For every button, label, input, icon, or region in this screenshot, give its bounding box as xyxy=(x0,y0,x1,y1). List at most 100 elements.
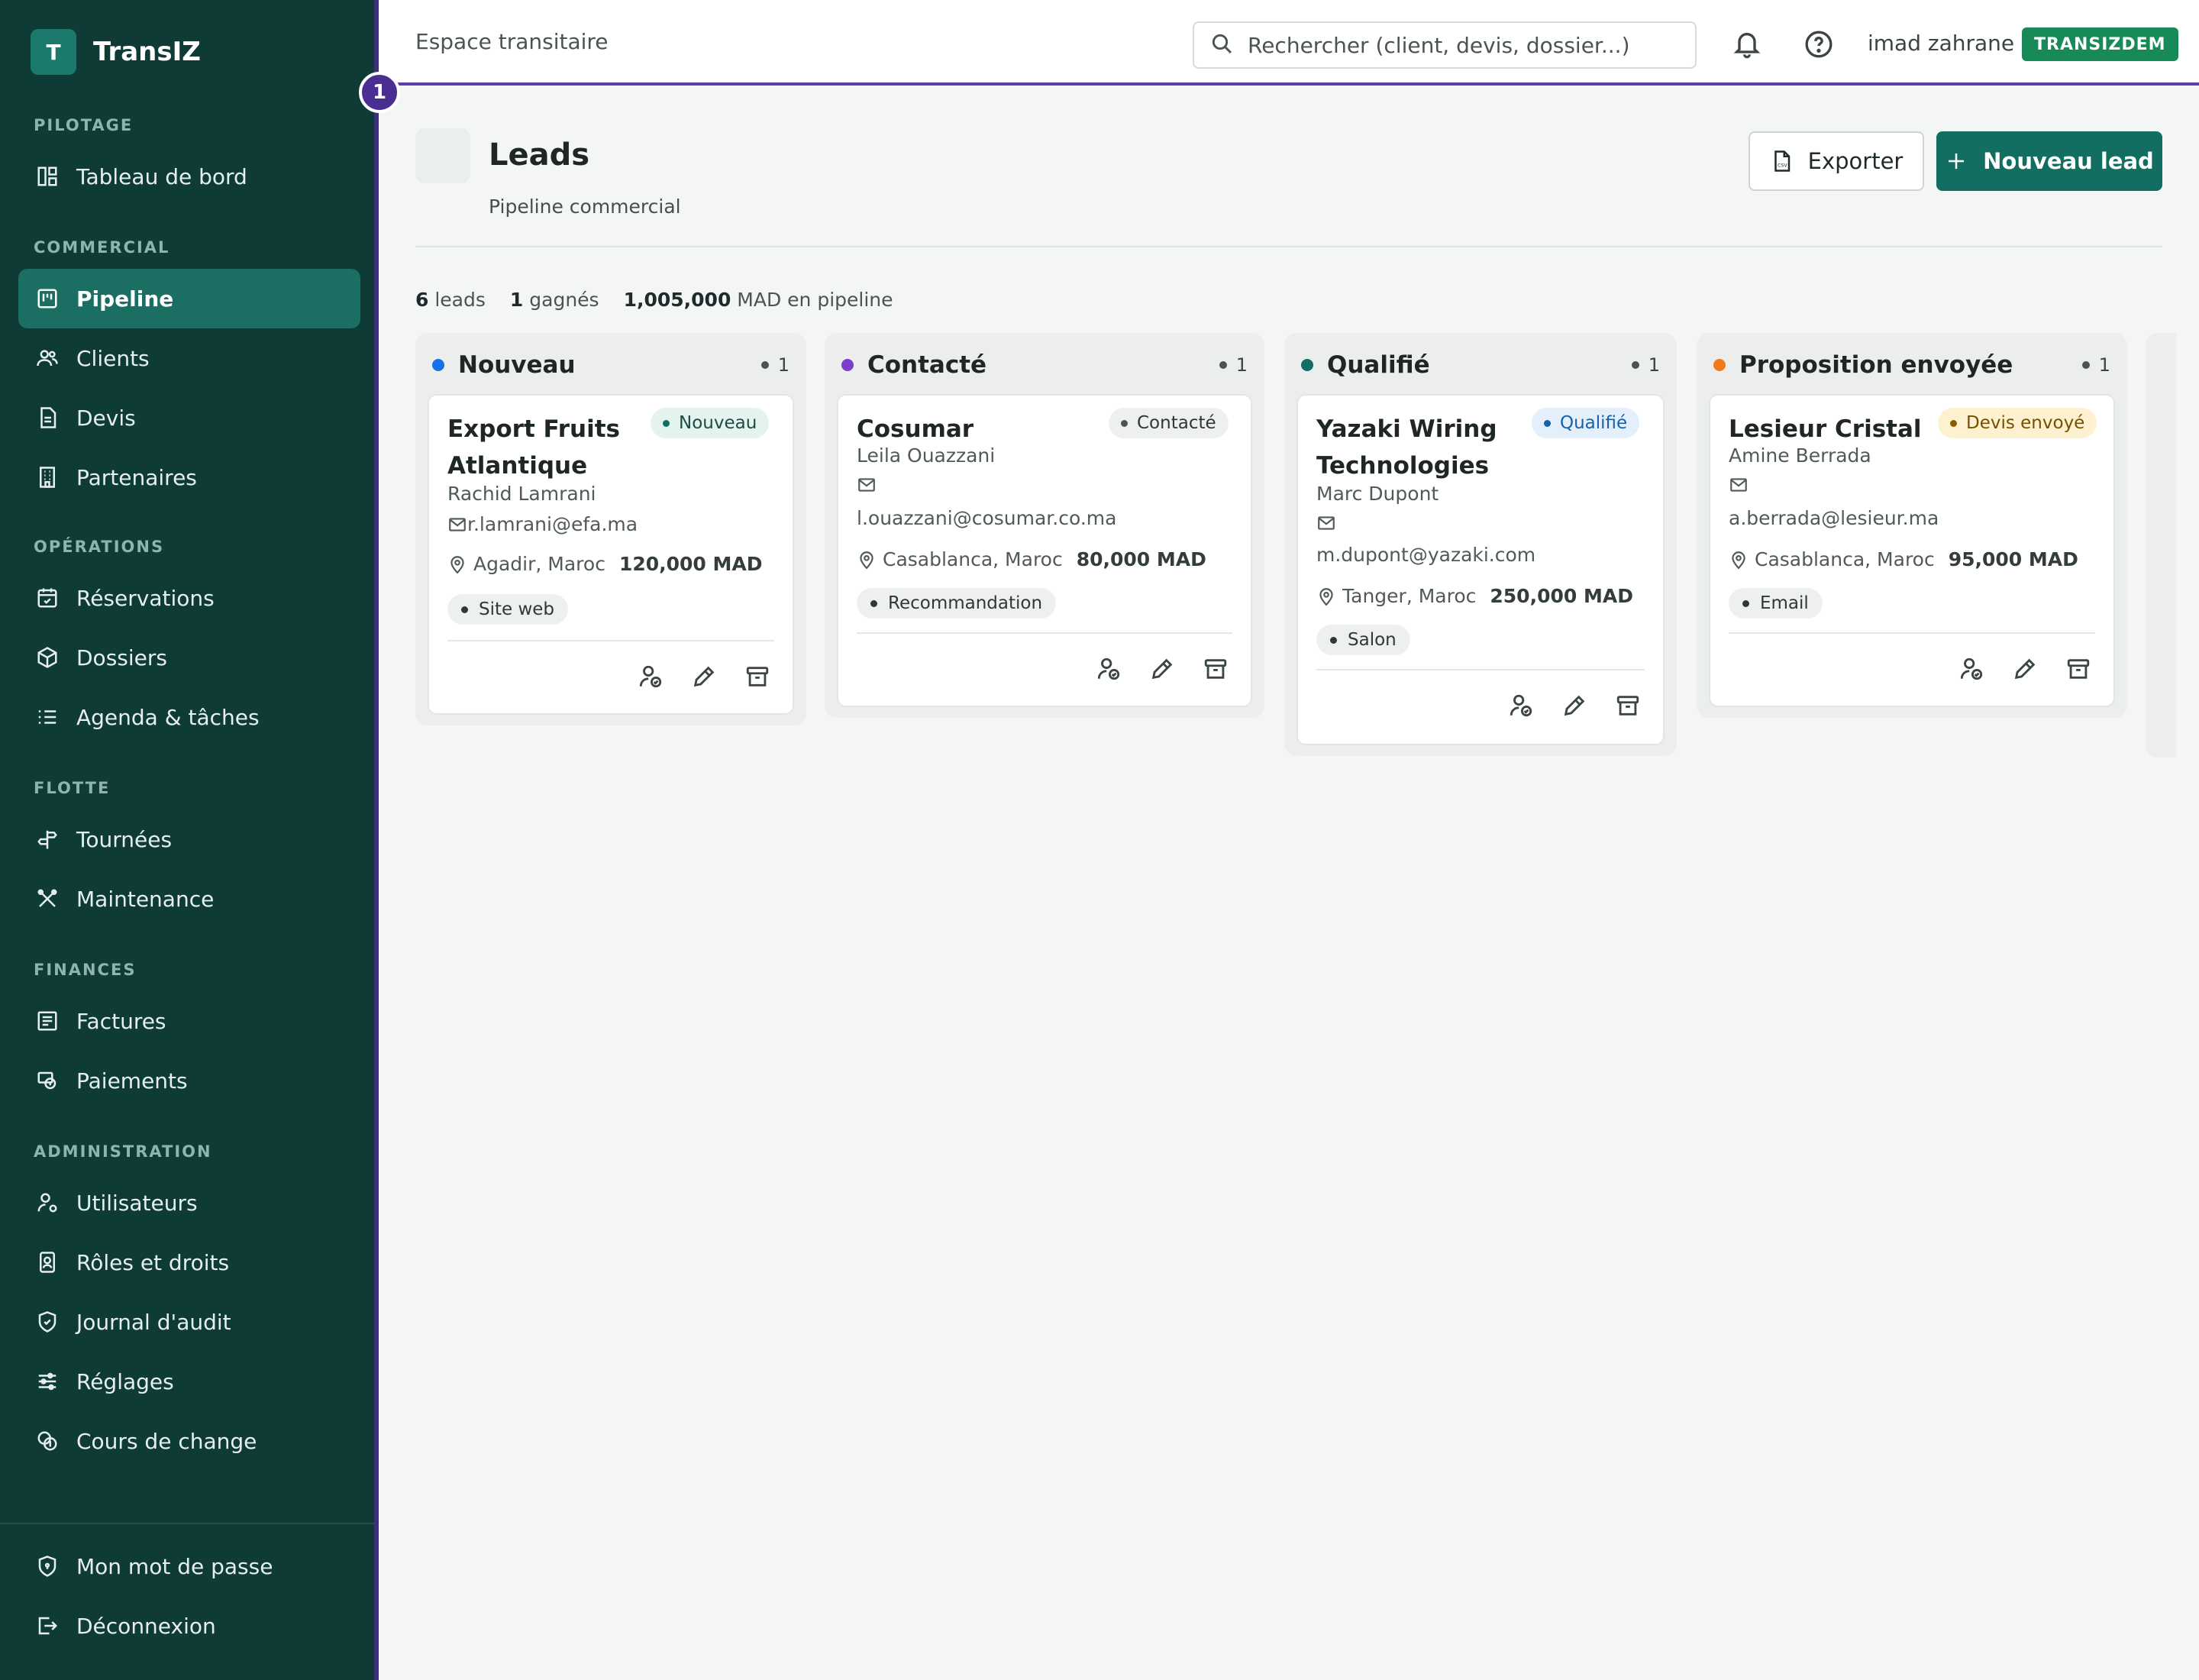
sidebar-item-logout[interactable]: Déconnexion xyxy=(18,1596,360,1656)
sidebar-item-label: Mon mot de passe xyxy=(76,1553,273,1579)
column-count: 1 xyxy=(1632,354,1660,376)
lead-company: Cosumar xyxy=(857,415,974,443)
lead-amount: 120,000 MAD xyxy=(618,553,763,575)
sidebar-item-roles[interactable]: Rôles et droits xyxy=(18,1233,360,1292)
coins-icon xyxy=(35,1429,60,1453)
stat-won: 1 gagnés xyxy=(509,289,599,311)
sidebar-item-audit[interactable]: Journal d'audit xyxy=(18,1292,360,1352)
column-title: Proposition envoyée xyxy=(1739,351,2013,379)
lead-location-row: Casablanca, Maroc 80,000 MAD xyxy=(857,548,1206,570)
sidebar-item-label: Agenda & tâches xyxy=(76,704,260,730)
lead-location: Casablanca, Maroc xyxy=(1755,548,1935,570)
assign-user-icon[interactable] xyxy=(1093,654,1124,684)
status-badge: Qualifié xyxy=(1532,408,1640,438)
sidebar-item-devis[interactable]: Devis xyxy=(18,388,360,447)
tools-icon xyxy=(35,887,60,911)
column-header: Nouveau 1 xyxy=(432,350,790,380)
help-icon[interactable] xyxy=(1803,29,1834,60)
status-badge: Nouveau xyxy=(651,408,770,438)
lead-location: Casablanca, Maroc xyxy=(883,548,1063,570)
edit-icon[interactable] xyxy=(1559,690,1590,721)
sidebar-item-partenaires[interactable]: Partenaires xyxy=(18,447,360,507)
shield-check-icon xyxy=(35,1310,60,1334)
brand[interactable]: T TransIZ xyxy=(31,29,201,75)
sidebar-item-pipeline[interactable]: Pipeline xyxy=(18,269,360,328)
mail-icon xyxy=(857,475,877,498)
page-title: Leads xyxy=(489,137,590,173)
sliders-icon xyxy=(35,1369,60,1394)
card-separator xyxy=(857,632,1232,634)
sidebar-item-change[interactable]: Cours de change xyxy=(18,1411,360,1471)
new-lead-button[interactable]: Nouveau lead xyxy=(1936,131,2162,191)
sidebar-item-dossiers[interactable]: Dossiers xyxy=(18,628,360,687)
section-finances: FINANCES xyxy=(34,961,137,979)
section-administration: ADMINISTRATION xyxy=(34,1142,212,1161)
edit-icon[interactable] xyxy=(689,661,719,692)
archive-icon[interactable] xyxy=(1200,654,1231,684)
svg-text:CSV: CSV xyxy=(1778,163,1787,169)
sidebar-item-label: Déconnexion xyxy=(76,1613,216,1639)
sidebar-item-reservations[interactable]: Réservations xyxy=(18,568,360,628)
map-pin-icon xyxy=(1732,551,1745,569)
sidebar-item-utilisateurs[interactable]: Utilisateurs xyxy=(18,1173,360,1233)
kanban-column-next[interactable] xyxy=(2146,333,2176,758)
sidebar-item-maintenance[interactable]: Maintenance xyxy=(18,869,360,929)
payment-icon xyxy=(35,1068,60,1093)
lead-company: Yazaki Wiring Technologies xyxy=(1316,415,1497,480)
edit-icon[interactable] xyxy=(2010,654,2040,684)
sidebar-item-agenda[interactable]: Agenda & tâches xyxy=(18,687,360,747)
sidebar: T TransIZ PILOTAGE Tableau de bord COMME… xyxy=(0,0,379,1680)
edit-icon[interactable] xyxy=(1147,654,1177,684)
column-count: 1 xyxy=(2082,354,2110,376)
sidebar-item-label: Paiements xyxy=(76,1068,188,1094)
sidebar-item-dashboard[interactable]: Tableau de bord xyxy=(18,147,360,206)
search-input[interactable] xyxy=(1248,32,1675,58)
assign-user-icon[interactable] xyxy=(635,661,666,692)
lead-email: m.dupont@yazaki.com xyxy=(1316,544,1536,566)
username[interactable]: imad zahrane xyxy=(1868,31,2014,56)
calendar-check-icon xyxy=(35,586,60,610)
column-color-dot xyxy=(1301,359,1313,371)
export-button[interactable]: CSV Exporter xyxy=(1749,131,1924,191)
building-icon xyxy=(35,465,60,489)
lead-amount: 250,000 MAD xyxy=(1490,585,1633,607)
sidebar-item-label: Dossiers xyxy=(76,645,167,670)
sidebar-item-reglages[interactable]: Réglages xyxy=(18,1352,360,1411)
sidebar-item-password[interactable]: Mon mot de passe xyxy=(18,1536,360,1596)
archive-icon[interactable] xyxy=(2063,654,2094,684)
lead-card[interactable]: Cosumar Contacté Leila Ouazzani l.ouazza… xyxy=(837,394,1252,707)
package-icon xyxy=(35,645,60,670)
search-box[interactable] xyxy=(1193,21,1697,69)
lead-location-row: Casablanca, Maroc 95,000 MAD xyxy=(1729,548,2078,570)
bell-icon[interactable] xyxy=(1732,29,1762,60)
map-pin-icon xyxy=(1319,587,1333,606)
sidebar-item-clients[interactable]: Clients xyxy=(18,328,360,388)
status-badge: Contacté xyxy=(1109,408,1229,438)
archive-icon[interactable] xyxy=(1613,690,1643,721)
lead-contact: Amine Berrada xyxy=(1729,444,1871,467)
card-separator xyxy=(1729,632,2095,634)
sidebar-item-paiements[interactable]: Paiements xyxy=(18,1051,360,1110)
assign-user-icon[interactable] xyxy=(1506,690,1536,721)
logout-icon xyxy=(35,1614,60,1638)
kanban-column-nouveau: Nouveau 1 Export Fruits Atlantique Nouvea… xyxy=(415,333,806,725)
card-actions xyxy=(1483,690,1643,721)
card-actions xyxy=(612,661,773,692)
sidebar-item-factures[interactable]: Factures xyxy=(18,991,360,1051)
assign-user-icon[interactable] xyxy=(1956,654,1987,684)
new-lead-label: Nouveau lead xyxy=(1983,148,2154,174)
sidebar-item-tournees[interactable]: Tournées xyxy=(18,809,360,869)
section-flotte: FLOTTE xyxy=(34,779,111,797)
lead-email: a.berrada@lesieur.ma xyxy=(1729,507,1939,529)
file-icon xyxy=(35,405,60,430)
archive-icon[interactable] xyxy=(742,661,773,692)
column-color-dot xyxy=(1713,359,1726,371)
sidebar-item-label: Réservations xyxy=(76,585,215,611)
lead-contact: Marc Dupont xyxy=(1316,483,1439,505)
page-icon xyxy=(415,128,470,183)
stat-leads: 6 leads xyxy=(415,289,486,311)
lead-card[interactable]: Export Fruits Atlantique Nouveau Rachid L… xyxy=(428,394,794,715)
lead-card[interactable]: Yazaki Wiring Technologies Qualifié Marc … xyxy=(1296,394,1665,745)
sidebar-item-label: Tournées xyxy=(76,826,173,852)
lead-card[interactable]: Lesieur Cristal Devis envoyé Amine Berra… xyxy=(1709,394,2115,707)
